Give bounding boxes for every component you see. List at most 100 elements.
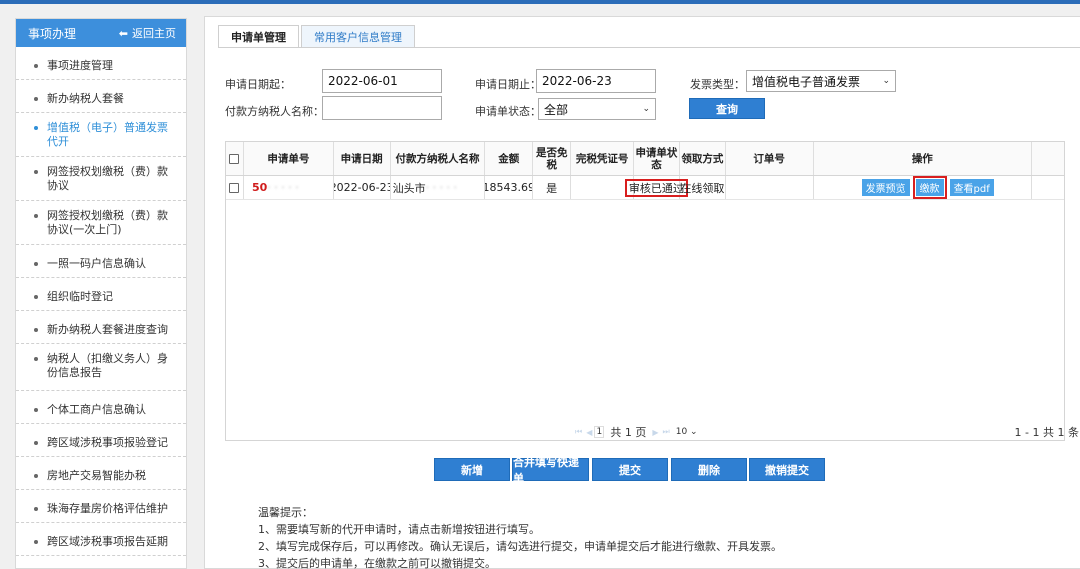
add-button[interactable]: 新增	[434, 458, 510, 481]
pagination: ⏮ ◀ 1 共 1 页 ▶ ⏭ 10 ⌄ 1 - 1 共 1 条	[225, 421, 1079, 443]
tab-customer-info-management[interactable]: 常用客户信息管理	[301, 25, 415, 47]
page-size-value: 10	[675, 427, 688, 437]
sidebar-item-label: 房地产交易智能办税	[47, 469, 146, 482]
order-no-cell	[726, 176, 814, 199]
sidebar-item[interactable]: 新办纳税人套餐进度查询	[16, 311, 186, 344]
tax-free-cell: 是	[533, 176, 572, 199]
bullet-icon	[34, 540, 38, 544]
payer-name-label: 付款方纳税人名称：	[225, 105, 324, 118]
merge-express-button[interactable]: 合并填写快递单	[512, 456, 589, 485]
application-no-link[interactable]: 50	[252, 181, 267, 194]
tips-line-1: 1、需要填写新的代开申请时，请点击新增按钮进行填写。	[258, 523, 540, 536]
next-page-icon[interactable]: ▶	[652, 428, 658, 437]
record-summary: 1 - 1 共 1 条	[1014, 426, 1079, 439]
top-accent-bar	[0, 0, 1080, 4]
sidebar-item-label: 组织临时登记	[47, 290, 113, 303]
bullet-icon	[34, 328, 38, 332]
page-number-input[interactable]: 1	[594, 426, 605, 438]
chevron-down-icon: ⌄	[882, 76, 890, 86]
sidebar-item[interactable]: 网签授权划缴税（费）款协议	[16, 157, 186, 201]
col-extra	[1032, 142, 1064, 175]
status-text: 审核已通过	[628, 181, 684, 195]
bullet-icon	[34, 64, 38, 68]
bullet-icon	[34, 441, 38, 445]
sidebar-item[interactable]: 增值税（电子）普通发票代开	[16, 113, 186, 157]
sidebar-item[interactable]: 组织临时登记	[16, 278, 186, 311]
col-amount: 金额	[485, 142, 534, 175]
application-date-cell: 2022-06-23	[334, 176, 391, 199]
payer-name-cell: 汕头市 · · · · ·	[391, 176, 486, 199]
sidebar-item[interactable]: 网签授权划缴税（费）款协议(一次上门)	[16, 201, 186, 245]
prev-page-icon[interactable]: ◀	[586, 428, 592, 437]
sidebar-item[interactable]: 珠海存量房价格评估维护	[16, 490, 186, 523]
last-page-icon[interactable]: ⏭	[663, 427, 670, 437]
bullet-icon	[34, 507, 38, 511]
tab-divider	[218, 47, 1080, 48]
delete-button[interactable]: 删除	[671, 458, 747, 481]
sidebar-item[interactable]: 跨区域涉税事项报告延期	[16, 523, 186, 556]
page-size-select[interactable]: 10 ⌄	[676, 427, 698, 437]
select-all-cell	[226, 142, 244, 175]
payer-name-input[interactable]	[322, 96, 442, 120]
bullet-icon	[34, 126, 38, 130]
first-page-icon[interactable]: ⏮	[575, 427, 582, 437]
sidebar-item-label: 跨区域涉税事项报验登记	[47, 436, 168, 449]
sidebar-item[interactable]: 事项进度管理	[16, 47, 186, 80]
tips-panel: 温馨提示： 1、需要填写新的代开申请时，请点击新增按钮进行填写。 2、填写完成保…	[258, 504, 782, 569]
col-pickup: 领取方式	[680, 142, 726, 175]
col-payer-name: 付款方纳税人名称	[391, 142, 486, 175]
row-checkbox[interactable]	[229, 182, 240, 193]
select-all-checkbox[interactable]	[229, 153, 240, 164]
status-label: 申请单状态：	[475, 105, 541, 118]
chevron-down-icon: ⌄	[690, 427, 698, 437]
payer-name-text: 汕头市	[392, 181, 426, 195]
sidebar-item[interactable]: 房地产交易智能办税	[16, 457, 186, 490]
invoice-type-select[interactable]: 增值税电子普通发票 ⌄	[746, 70, 896, 92]
sidebar-item-label: 新办纳税人套餐	[47, 92, 124, 105]
table-row: 50 · · · · · 2022-06-23 汕头市 · · · · · 18…	[226, 176, 1064, 200]
extra-cell	[1032, 176, 1064, 199]
back-home-link[interactable]: ⬅ 返回主页	[119, 25, 176, 41]
chevron-down-icon: ⌄	[642, 104, 650, 114]
back-home-label: 返回主页	[132, 27, 176, 40]
revoke-submit-button[interactable]: 撤销提交	[749, 458, 825, 481]
redacted-text: · · · · ·	[425, 181, 458, 194]
col-application-date: 申请日期	[334, 142, 391, 175]
sidebar-item[interactable]: 纳税人（扣缴义务人）身份信息报告	[16, 344, 186, 391]
application-no-cell[interactable]: 50 · · · · ·	[244, 176, 334, 199]
application-table: 申请单号 申请日期 付款方纳税人名称 金额 是否免税 完税凭证号 申请单状态 领…	[225, 141, 1065, 441]
sidebar-item-label: 珠海存量房价格评估维护	[47, 502, 168, 515]
sidebar-item-label: 跨区域涉税事项报告延期	[47, 535, 168, 548]
bullet-icon	[34, 474, 38, 478]
col-order-no: 订单号	[726, 142, 814, 175]
total-pages-text: 共 1 页	[610, 426, 647, 439]
table-header: 申请单号 申请日期 付款方纳税人名称 金额 是否免税 完税凭证号 申请单状态 领…	[226, 142, 1064, 176]
date-from-input[interactable]: 2022-06-01	[322, 69, 442, 93]
sidebar-header: 事项办理 ⬅ 返回主页	[16, 19, 186, 47]
sidebar-item[interactable]: 跨区域涉税事项报验登记	[16, 424, 186, 457]
date-to-input[interactable]: 2022-06-23	[536, 69, 656, 93]
sidebar-item[interactable]: 个体工商户信息确认	[16, 391, 186, 424]
row-select-cell	[226, 176, 244, 199]
tab-application-management[interactable]: 申请单管理	[218, 25, 299, 48]
col-operations: 操作	[814, 142, 1033, 175]
date-to-label: 申请日期止：	[475, 78, 541, 91]
sidebar-item-label: 网签授权划缴税（费）款协议	[47, 165, 168, 192]
submit-button[interactable]: 提交	[592, 458, 668, 481]
status-highlight: 审核已通过	[624, 178, 688, 197]
query-button[interactable]: 查询	[689, 98, 765, 119]
sidebar-item-label: 一照一码户信息确认	[47, 257, 146, 270]
sidebar-item[interactable]: 一照一码户信息确认	[16, 245, 186, 278]
tips-line-3: 3、提交后的申请单，在缴款之前可以撤销提交。	[258, 557, 496, 569]
tips-title: 温馨提示：	[258, 506, 313, 519]
invoice-type-label: 发票类型：	[690, 78, 745, 91]
amount-cell: 18543.69	[485, 176, 534, 199]
sidebar-item-label: 网签授权划缴税（费）款协议(一次上门)	[47, 209, 168, 236]
payment-button[interactable]: 缴款	[915, 179, 944, 196]
status-select[interactable]: 全部 ⌄	[538, 98, 656, 120]
bullet-icon	[34, 295, 38, 299]
status-select-value: 全部	[544, 102, 569, 117]
view-pdf-button[interactable]: 查看pdf	[949, 179, 994, 196]
invoice-preview-button[interactable]: 发票预览	[861, 179, 910, 196]
sidebar-item[interactable]: 新办纳税人套餐	[16, 80, 186, 113]
